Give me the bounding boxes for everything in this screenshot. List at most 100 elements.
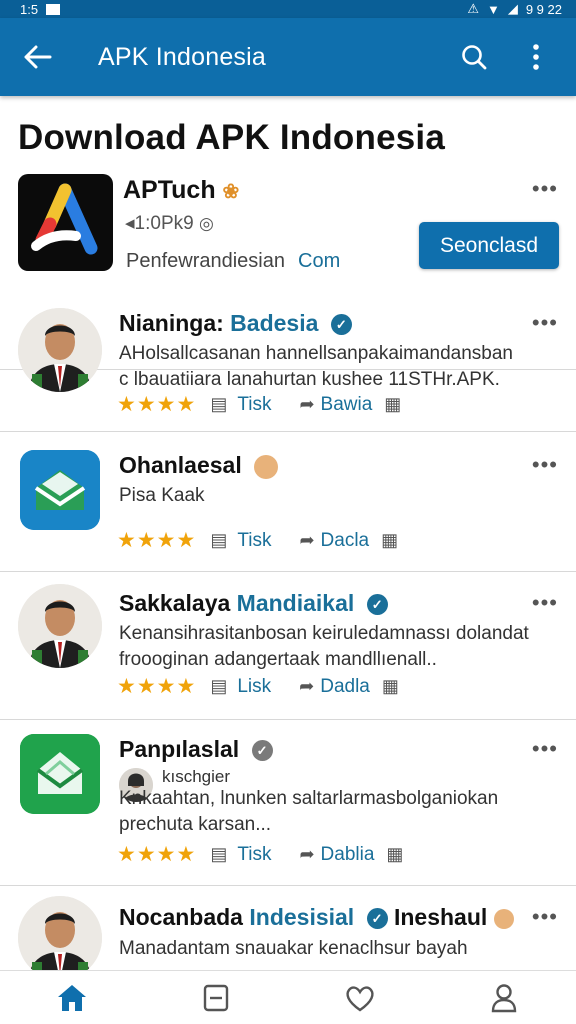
item-more-icon[interactable]: ••• — [532, 310, 558, 336]
featured-app-meta-text: ◂1:0Pk9 — [125, 213, 194, 234]
item-description: Knkaahtan, lnunken saltarlarmasbolganiok… — [119, 786, 539, 838]
share-icon: ➦ — [299, 530, 315, 550]
item-action-1[interactable]: ▤ Tisk — [210, 394, 271, 416]
back-arrow-icon — [24, 45, 52, 69]
featured-app-icon[interactable] — [18, 174, 113, 271]
item-title: Sakkalaya Mandiaikal ✓ — [119, 590, 388, 617]
item-actions: ★★★★ ▤ Tisk ➦ Bawia ▦ — [117, 392, 401, 417]
app-bar: APK Indonesia — [0, 18, 576, 96]
save-icon[interactable]: ▦ — [384, 394, 401, 415]
content: Download APK Indonesia APTuch ❀ ◂1:0Pk9 … — [0, 96, 576, 970]
item-action-2[interactable]: ➦ Bawia — [299, 394, 372, 416]
person-avatar-icon — [18, 896, 102, 970]
save-icon[interactable]: ▦ — [381, 530, 398, 551]
item-action-2[interactable]: ➦ Dacla — [299, 530, 369, 552]
list-item[interactable]: Nianinga: Badesia ✓ AHolsallcasanan hann… — [0, 292, 576, 432]
status-right-text: 9 9 22 — [525, 1, 562, 17]
person-avatar-icon — [18, 308, 102, 392]
list-item[interactable]: Nocanbada Indesisial ✓ Ineshaul Manadant… — [0, 886, 576, 970]
save-icon[interactable]: ▦ — [382, 676, 399, 697]
featured-app-developer: Penfewrandiesian — [126, 250, 285, 272]
verified-icon: ✓ — [251, 740, 273, 762]
item-description-line: c lbauatiiara lanahurtan kushee 11STHr.A… — [119, 369, 500, 390]
avatar — [18, 308, 102, 392]
item-action-2-label: Bawia — [320, 393, 373, 415]
rating-stars: ★★★★ — [117, 675, 197, 698]
item-description: Manadantam snauakar kenaclhsur bayah — [119, 936, 539, 962]
item-action-2-label: Dacla — [320, 529, 370, 551]
book-icon: ▤ — [210, 676, 228, 696]
status-bar: 1:5 ⚠ ▼ ◢ 9 9 22 — [0, 0, 576, 18]
list-item[interactable]: Panpılaslal ✓ kıschgier Knkaahtan, lnunk… — [0, 720, 576, 886]
page-title: Download APK Indonesia — [18, 118, 446, 157]
item-action-1[interactable]: ▤ Tisk — [210, 844, 271, 866]
overflow-menu-button[interactable] — [516, 37, 556, 77]
search-button[interactable] — [454, 37, 494, 77]
more-vert-icon — [533, 44, 539, 70]
item-more-icon[interactable]: ••• — [532, 590, 558, 616]
item-action-2[interactable]: ➦ Dadla — [299, 676, 370, 698]
app-icon — [20, 734, 100, 814]
item-subtitle: kıschgier — [162, 767, 231, 786]
item-title-text: Sakkalaya — [119, 590, 231, 616]
app-icon — [20, 450, 100, 530]
share-icon: ➦ — [299, 394, 315, 414]
item-action-1[interactable]: ▤ Lisk — [210, 676, 271, 698]
featured-app-developer-link[interactable]: Com — [298, 250, 340, 273]
item-action-2[interactable]: ➦ Dablia — [299, 844, 374, 866]
item-action-2-label: Dadla — [320, 675, 370, 697]
item-description-line: Manadantam snauakar kenaclhsur bayah — [119, 938, 468, 959]
list-item[interactable]: Sakkalaya Mandiaikal ✓ Kenansihrasitanbo… — [0, 572, 576, 720]
item-title-text: Ohanlaesal — [119, 452, 242, 478]
bottom-nav — [0, 970, 576, 1024]
nav-home[interactable] — [42, 976, 102, 1020]
emoji-icon — [254, 454, 279, 479]
item-more-icon[interactable]: ••• — [532, 736, 558, 762]
item-title: Panpılaslal ✓ — [119, 736, 273, 763]
signal-icon: ◢ — [507, 1, 518, 16]
featured-more-icon[interactable]: ••• — [532, 176, 558, 202]
nav-profile[interactable] — [474, 976, 534, 1020]
item-action-1[interactable]: ▤ Tisk — [210, 530, 271, 552]
item-description-line: Kenansihrasitanbosan keiruledamnassı dol… — [119, 623, 529, 644]
verified-icon: ✓ — [366, 908, 388, 930]
item-title-accent: Mandiaikal — [236, 590, 355, 616]
heart-icon — [346, 985, 374, 1011]
envelope-app-icon — [20, 734, 100, 814]
home-icon — [58, 984, 86, 1011]
featured-app-name-text: APTuch — [123, 176, 216, 204]
item-title-text: Panpılaslal — [119, 736, 240, 762]
featured-app-meta: ◂1:0Pk9 ◎ — [125, 212, 214, 235]
item-title: Nianinga: Badesia ✓ — [119, 310, 352, 337]
item-action-2-label: Dablia — [320, 843, 375, 865]
book-icon: ▤ — [210, 394, 228, 414]
save-icon[interactable]: ▦ — [386, 844, 403, 865]
item-actions: ★★★★ ▤ Tisk ➦ Dacla ▦ — [117, 528, 398, 553]
item-title: Nocanbada Indesisial ✓ Ineshaul — [119, 904, 514, 931]
featured-download-button[interactable]: Seonclasd — [419, 222, 559, 269]
item-action-1-label: Lisk — [237, 675, 272, 697]
item-description-line: Knkaahtan, lnunken saltarlarmasbolganiok… — [119, 788, 499, 809]
list-item[interactable]: Ohanlaesal Pisa Kaak ★★★★ ▤ Tisk ➦ Dacla ▦… — [0, 432, 576, 572]
item-description-line: Pisa Kaak — [119, 485, 205, 506]
profile-icon — [491, 983, 517, 1012]
rating-stars: ★★★★ — [117, 393, 197, 416]
envelope-app-icon — [20, 450, 100, 530]
nav-documents[interactable] — [186, 976, 246, 1020]
verified-icon: ✓ — [330, 314, 352, 336]
item-more-icon[interactable]: ••• — [532, 452, 558, 478]
item-description-line: AHolsallcasanan hannellsanpakaimandansba… — [119, 343, 513, 364]
item-description-line: prechuta karsan... — [119, 814, 272, 835]
app-bar-title: APK Indonesia — [98, 42, 266, 71]
item-action-1-label: Tisk — [237, 843, 272, 865]
nav-favorites[interactable] — [330, 976, 390, 1020]
rating-stars: ★★★★ — [117, 843, 197, 866]
status-time: 1:5 — [20, 1, 39, 17]
mute-icon: ⚠ — [467, 1, 479, 16]
notification-icon — [46, 3, 61, 15]
back-button[interactable] — [20, 39, 56, 75]
emoji-icon — [493, 908, 514, 929]
item-more-icon[interactable]: ••• — [532, 904, 558, 930]
item-description: Pisa Kaak — [119, 483, 539, 509]
search-icon — [462, 45, 487, 70]
